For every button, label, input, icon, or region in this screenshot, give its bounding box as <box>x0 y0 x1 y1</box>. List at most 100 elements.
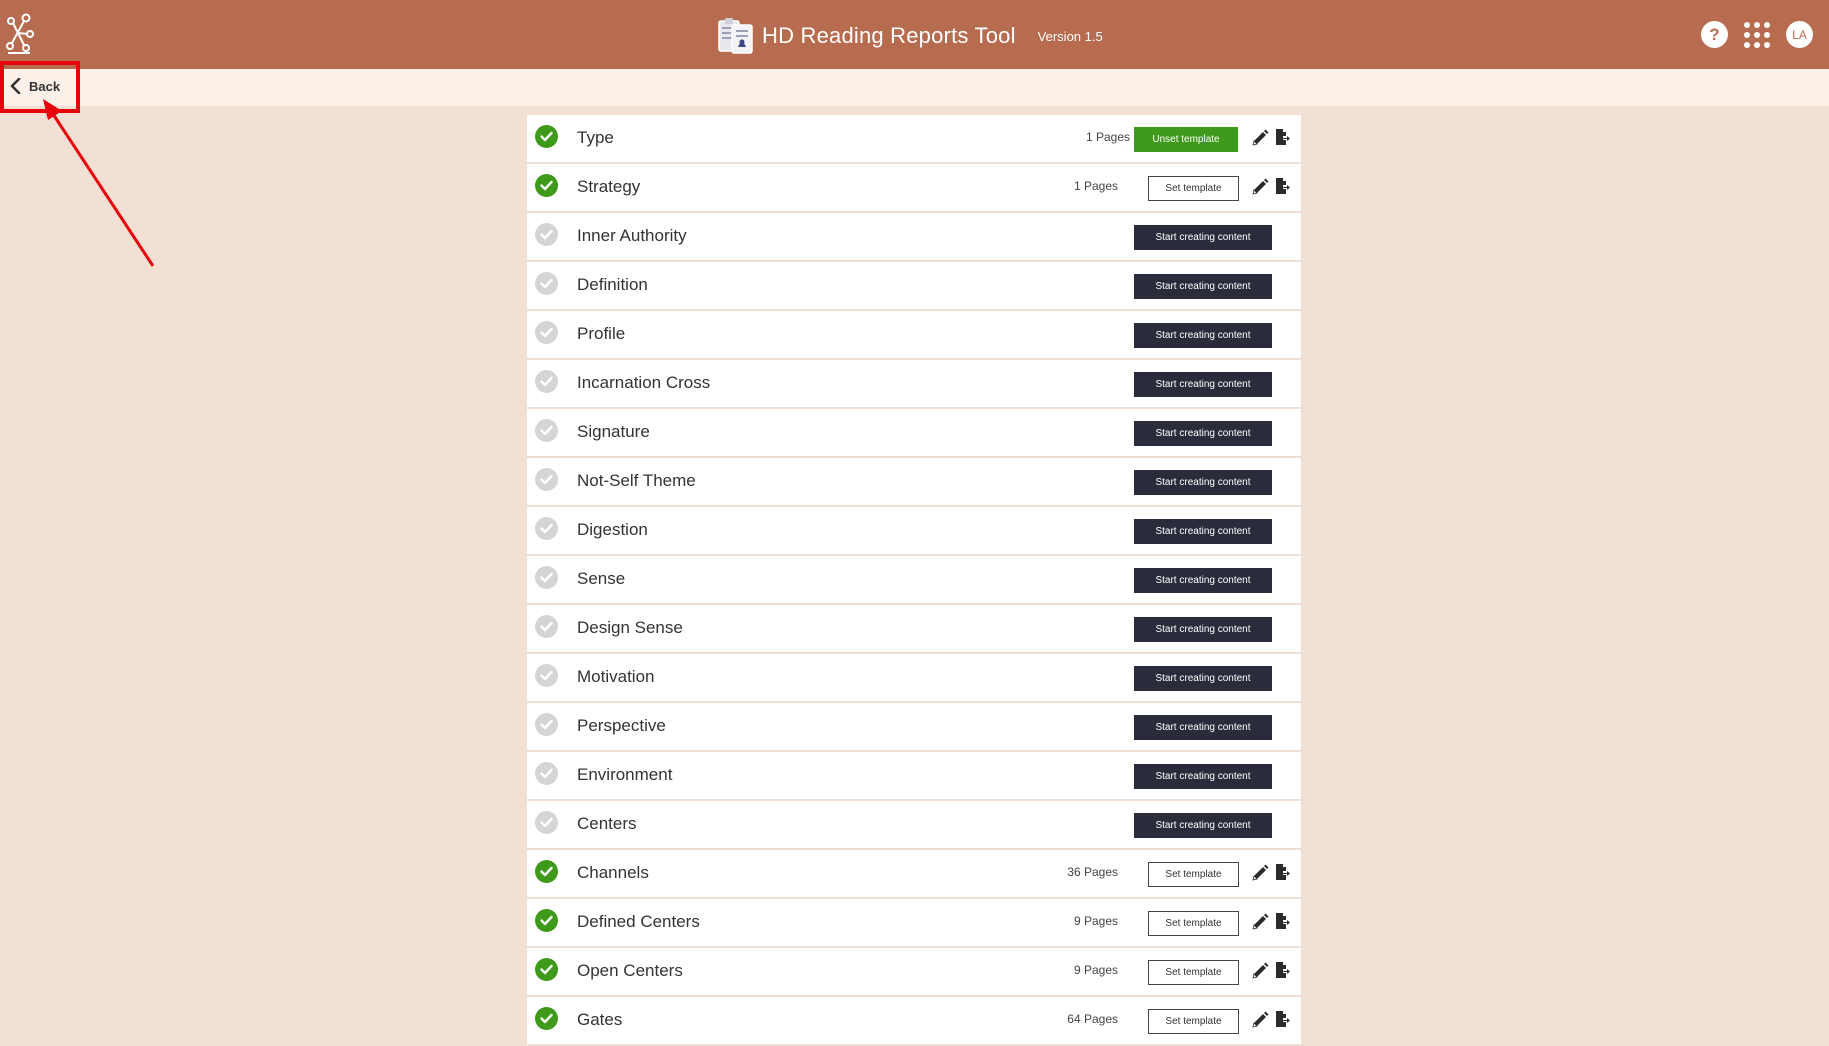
content-row: Centers Start creating content <box>527 801 1301 849</box>
start-creating-content-button[interactable]: Start creating content <box>1134 470 1272 495</box>
content-row: Not-Self Theme Start creating content <box>527 458 1301 506</box>
top-bar: HD Reading Reports Tool Version 1.5 ? LA <box>0 0 1829 69</box>
start-creating-content-button[interactable]: Start creating content <box>1134 372 1272 397</box>
content-row: Inner Authority Start creating content <box>527 213 1301 261</box>
content-row: Signature Start creating content <box>527 409 1301 457</box>
row-title: Incarnation Cross <box>577 373 711 392</box>
row-title: Centers <box>577 814 637 833</box>
chevron-left-icon <box>10 78 21 94</box>
document-export-icon[interactable] <box>1275 961 1290 979</box>
start-creating-content-button[interactable]: Start creating content <box>1134 323 1272 348</box>
row-title: Environment <box>577 765 673 784</box>
check-complete-icon <box>535 125 558 148</box>
edit-pencil-icon[interactable] <box>1251 962 1269 980</box>
start-creating-content-button[interactable]: Start creating content <box>1134 715 1272 740</box>
back-label: Back <box>29 78 61 94</box>
check-complete-icon <box>535 1007 558 1030</box>
start-creating-content-button[interactable]: Start creating content <box>1134 813 1272 838</box>
edit-pencil-icon[interactable] <box>1251 129 1269 147</box>
row-title: Definition <box>577 275 648 294</box>
page-count: 1 Pages <box>1073 179 1118 193</box>
check-complete-icon <box>535 958 558 981</box>
set-template-button[interactable]: Set template <box>1148 862 1239 887</box>
document-export-icon[interactable] <box>1275 128 1290 146</box>
content-row: Profile Start creating content <box>527 311 1301 359</box>
check-pending-icon <box>535 713 558 736</box>
set-template-button[interactable]: Set template <box>1148 176 1239 201</box>
header-actions: ? LA <box>1701 21 1813 48</box>
content-row: Incarnation Cross Start creating content <box>527 360 1301 408</box>
user-avatar[interactable]: LA <box>1786 21 1813 48</box>
content-row: Perspective Start creating content <box>527 703 1301 751</box>
row-title: Type <box>577 128 614 147</box>
content-row: Digestion Start creating content <box>527 507 1301 555</box>
start-creating-content-button[interactable]: Start creating content <box>1134 764 1272 789</box>
row-title: Strategy <box>577 177 641 196</box>
content-row: Motivation Start creating content <box>527 654 1301 702</box>
row-title: Open Centers <box>577 961 683 980</box>
check-pending-icon <box>535 615 558 638</box>
report-icon <box>718 18 753 54</box>
start-creating-content-button[interactable]: Start creating content <box>1134 568 1272 593</box>
check-pending-icon <box>535 370 558 393</box>
app-logo[interactable] <box>4 12 36 56</box>
content-row: Design Sense Start creating content <box>527 605 1301 653</box>
document-export-icon[interactable] <box>1275 1010 1290 1028</box>
sub-navigation-bar <box>0 69 1829 106</box>
check-pending-icon <box>535 517 558 540</box>
content-row: Open Centers 9 Pages Set template <box>527 948 1301 996</box>
page-count: 64 Pages <box>1067 1012 1118 1026</box>
content-row: Type 1 Pages Unset template <box>527 115 1301 163</box>
check-pending-icon <box>535 468 558 491</box>
edit-pencil-icon[interactable] <box>1251 178 1269 196</box>
row-title: Sense <box>577 569 626 588</box>
start-creating-content-button[interactable]: Start creating content <box>1134 274 1272 299</box>
row-title: Gates <box>577 1010 623 1029</box>
edit-pencil-icon[interactable] <box>1251 1011 1269 1029</box>
app-title-group: HD Reading Reports Tool Version 1.5 <box>718 13 1103 59</box>
content-row: Sense Start creating content <box>527 556 1301 604</box>
row-title: Motivation <box>577 667 655 686</box>
check-pending-icon <box>535 272 558 295</box>
set-template-button[interactable]: Set template <box>1148 911 1239 936</box>
help-icon[interactable]: ? <box>1701 21 1728 48</box>
start-creating-content-button[interactable]: Start creating content <box>1134 617 1272 642</box>
check-pending-icon <box>535 566 558 589</box>
row-title: Digestion <box>577 520 648 539</box>
content-list: Type 1 Pages Unset template Strategy 1 Pages… <box>527 115 1301 1046</box>
start-creating-content-button[interactable]: Start creating content <box>1134 666 1272 691</box>
row-title: Profile <box>577 324 626 343</box>
set-template-button[interactable]: Set template <box>1148 960 1239 985</box>
row-title: Design Sense <box>577 618 683 637</box>
row-title: Inner Authority <box>577 226 687 245</box>
edit-pencil-icon[interactable] <box>1251 913 1269 931</box>
page-count: 1 Pages <box>1085 130 1130 144</box>
page-count: 36 Pages <box>1067 865 1118 879</box>
check-complete-icon <box>535 860 558 883</box>
start-creating-content-button[interactable]: Start creating content <box>1134 421 1272 446</box>
document-export-icon[interactable] <box>1275 863 1290 881</box>
content-row: Strategy 1 Pages Set template <box>527 164 1301 212</box>
check-pending-icon <box>535 419 558 442</box>
start-creating-content-button[interactable]: Start creating content <box>1134 225 1272 250</box>
check-complete-icon <box>535 174 558 197</box>
app-title: HD Reading Reports Tool <box>762 23 1016 48</box>
check-pending-icon <box>535 762 558 785</box>
edit-pencil-icon[interactable] <box>1251 864 1269 882</box>
document-export-icon[interactable] <box>1275 912 1290 930</box>
set-template-button[interactable]: Set template <box>1148 1009 1239 1034</box>
check-pending-icon <box>535 321 558 344</box>
check-complete-icon <box>535 909 558 932</box>
version-label: Version 1.5 <box>1037 28 1103 44</box>
check-pending-icon <box>535 811 558 834</box>
row-title: Defined Centers <box>577 912 700 931</box>
start-creating-content-button[interactable]: Start creating content <box>1134 519 1272 544</box>
apps-grid-icon[interactable] <box>1744 21 1770 48</box>
page-count: 9 Pages <box>1073 963 1118 977</box>
document-export-icon[interactable] <box>1275 177 1290 195</box>
back-button[interactable]: Back <box>9 74 60 98</box>
row-title: Not-Self Theme <box>577 471 696 490</box>
content-row: Definition Start creating content <box>527 262 1301 310</box>
content-row: Channels 36 Pages Set template <box>527 850 1301 898</box>
unset-template-button[interactable]: Unset template <box>1134 127 1238 152</box>
